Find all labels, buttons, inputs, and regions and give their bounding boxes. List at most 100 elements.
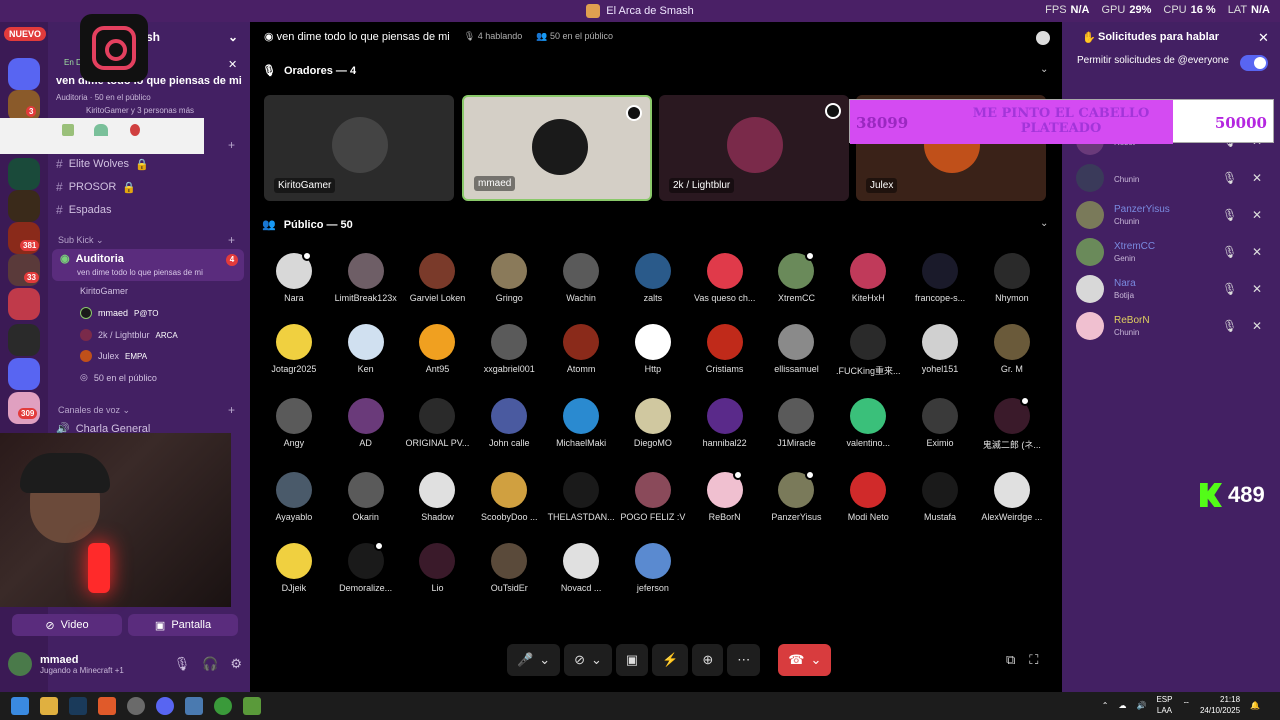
audience-member[interactable]: Okarin [330,472,402,522]
wifi-icon[interactable]: ⌔ [1182,700,1190,710]
close-icon[interactable]: ✕ [1252,319,1262,333]
audience-member[interactable]: Jotagr2025 [258,324,330,377]
server-icon[interactable] [8,58,40,90]
category-sub-kick[interactable]: Sub Kick ⌄ [58,235,104,246]
audience-member[interactable]: Gringo [473,253,545,303]
audience-member[interactable]: Vas queso ch... [689,253,761,303]
calculator-icon[interactable] [185,697,203,715]
chevron-down-icon[interactable]: ⌄ [228,30,238,44]
audience-member[interactable]: Http [617,324,689,377]
video-button[interactable]: ⊘ Video [12,614,122,636]
add-channel-icon[interactable]: + [228,403,235,417]
category-voice[interactable]: Canales de voz ⌄ [58,405,130,416]
invite-to-speak-icon[interactable]: 🎙 [1222,282,1237,296]
close-icon[interactable]: ✕ [1252,245,1262,259]
audience-member[interactable]: Ant95 [402,324,474,377]
audience-link[interactable]: ◎ 50 en el público [80,372,157,383]
channel-espadas[interactable]: # Espadas [56,203,112,217]
screen-share-button[interactable]: ▣ [615,644,649,676]
audience-member[interactable]: DiegoMO [617,398,689,451]
server-icon[interactable] [8,190,40,222]
leave-call-button[interactable]: ☎ ⌄ [778,644,832,676]
audience-member[interactable]: THELASTDAN... [545,472,617,522]
minecraft-icon[interactable] [243,697,261,715]
cloud-icon[interactable]: ☁ [1118,701,1126,710]
audience-member[interactable]: Garviel Loken [402,253,474,303]
add-channel-icon[interactable]: + [228,138,235,152]
audience-member[interactable]: Novacd ... [545,543,617,593]
server-header[interactable]: sh ⌄ [48,22,250,52]
audience-member[interactable]: OuTsidEr [473,543,545,593]
audience-member[interactable]: Angy [258,398,330,451]
audience-member[interactable]: ellissamuel [761,324,833,377]
member-item[interactable]: KiritoGamer [80,286,128,296]
audience-member[interactable]: Cristiams [689,324,761,377]
close-icon[interactable]: ✕ [228,58,237,71]
invite-to-speak-icon[interactable]: 🎙 [1222,245,1237,259]
close-icon[interactable]: ✕ [1258,30,1269,46]
invite-button[interactable]: ⊕ [692,644,724,676]
bell-icon[interactable]: 🔔 [1250,701,1260,710]
member-item[interactable]: mmaed P@TO [80,307,158,319]
activity-button[interactable]: ⚡ [652,644,689,676]
speak-request-row[interactable]: ReBorN Chunin 🎙 ✕ [1076,311,1276,341]
member-item[interactable]: Julex EMPA [80,350,147,362]
speaker-card[interactable]: mmaed [462,95,652,201]
language-indicator[interactable]: ESP LAA [1156,694,1172,716]
server-icon[interactable] [8,324,40,356]
member-item[interactable]: 2k / Lightblur ARCA [80,329,178,341]
audience-member[interactable]: Shadow [402,472,474,522]
audience-member[interactable]: ORIGINAL PV... [402,398,474,451]
speak-request-row[interactable]: XtremCC Genin 🎙 ✕ [1076,237,1276,267]
audience-member[interactable]: LimitBreak123x [330,253,402,303]
audience-title[interactable]: 👥 Público — 50 [262,218,353,232]
audience-member[interactable]: XtremCC [761,251,833,303]
channel-auditoria[interactable]: ◉ Auditoria [60,252,124,266]
chevron-down-icon[interactable]: ⌄ [1040,64,1048,75]
audience-member[interactable]: John calle [473,398,545,451]
audience-member[interactable]: Nhymon [976,253,1048,303]
permission-toggle[interactable] [1240,55,1268,71]
mic-button[interactable]: 🎤 ⌄ [507,644,561,676]
camera-button[interactable]: ⊘ ⌄ [564,644,612,676]
speaker-card[interactable]: 2k / Lightblur [659,95,849,201]
speak-request-row[interactable]: Chunin 🎙 ✕ [1076,163,1276,193]
file-explorer-icon[interactable] [40,697,58,715]
audience-member[interactable]: xxgabriel001 [473,324,545,377]
server-icon[interactable] [8,158,40,190]
audience-member[interactable]: Atomm [545,324,617,377]
steam-icon[interactable] [69,697,87,715]
audience-member[interactable]: yohel151 [904,324,976,377]
audience-member[interactable]: AD [330,398,402,451]
invite-to-speak-icon[interactable]: 🎙 [1222,319,1237,333]
volume-icon[interactable]: 🔊 [1136,701,1146,710]
audience-member[interactable]: jeferson [617,543,689,593]
xbox-icon[interactable] [214,697,232,715]
audience-member[interactable]: Ayayablo [258,472,330,522]
audience-member[interactable]: zalts [617,253,689,303]
speak-request-row[interactable]: Nara Botija 🎙 ✕ [1076,274,1276,304]
headphones-icon[interactable]: 🎧 [202,656,218,672]
audience-member[interactable]: KiteHxH [832,253,904,303]
audience-member[interactable]: Eximio [904,398,976,451]
audience-member[interactable]: 鬼滅二郎 (ネ... [976,396,1048,451]
audience-member[interactable]: Mustafa [904,472,976,522]
close-icon[interactable]: ✕ [1252,208,1262,222]
channel-elite-wolves[interactable]: # Elite Wolves 🔒 [56,157,149,171]
close-icon[interactable]: ✕ [1252,171,1262,185]
server-icon[interactable] [8,358,40,390]
popout-icon[interactable]: ⧉ [1006,652,1015,668]
speakers-title[interactable]: 🎙 Oradores — 4 [262,64,356,78]
new-badge[interactable]: NUEVO [4,27,47,41]
bell-icon[interactable] [1036,31,1050,45]
audience-member[interactable]: J1Miracle [761,398,833,451]
audience-member[interactable]: DJjeik [258,543,330,593]
audience-member[interactable]: Nara [258,251,330,303]
audience-member[interactable]: POGO FELIZ :V [617,472,689,522]
windows-start-icon[interactable] [11,697,29,715]
channel-prosor[interactable]: # PROSOR 🔒 [56,180,136,194]
speak-request-row[interactable]: PanzerYisus Chunin 🎙 ✕ [1076,200,1276,230]
obs-icon[interactable] [127,697,145,715]
audience-member[interactable]: ScoobyDoo ... [473,472,545,522]
mic-icon[interactable]: 🎙 [174,656,191,672]
